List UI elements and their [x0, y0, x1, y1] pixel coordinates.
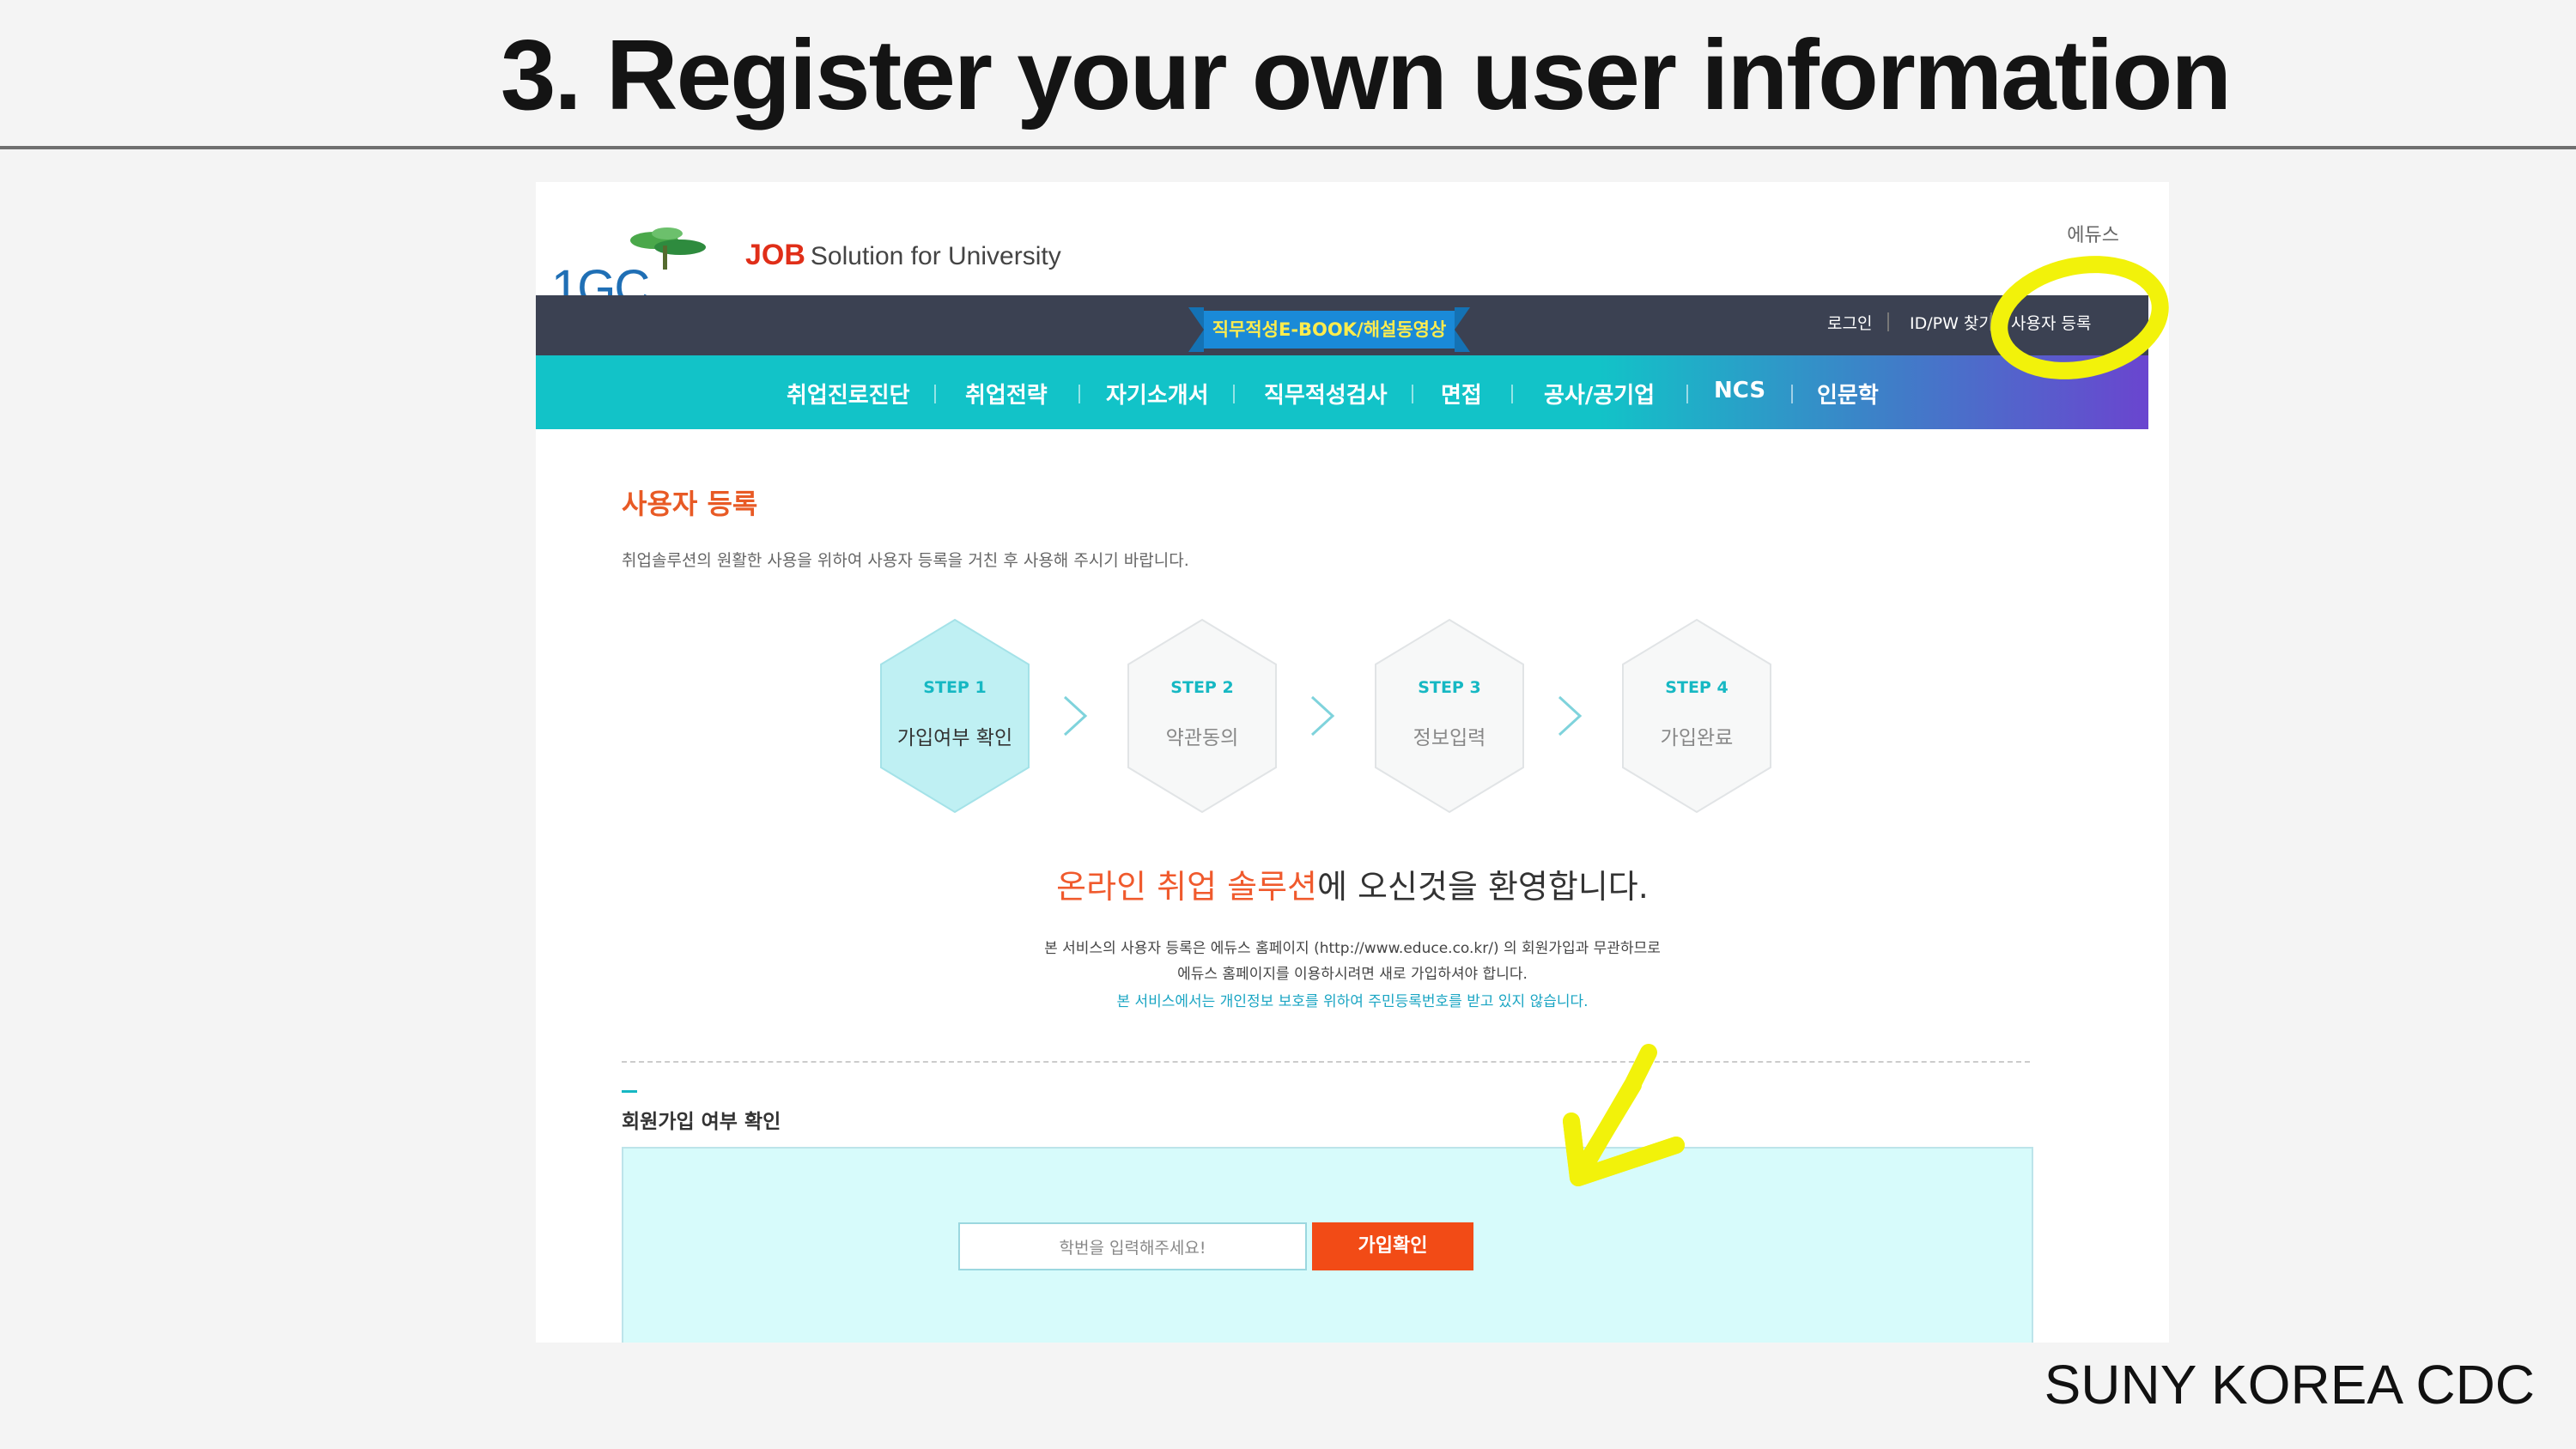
main-nav: 취업진로진단 취업전략 자기소개서 직무적성검사 면접 공사/공기업 NCS 인… — [536, 355, 2148, 429]
notice-line-2: 에듀스 홈페이지를 이용하시려면 새로 가입하셔야 합니다. — [1177, 966, 1528, 983]
nav-divider — [1791, 385, 1793, 403]
step-2: STEP 2 약관동의 — [1125, 616, 1279, 815]
nav-job-strategy[interactable]: 취업전략 — [965, 378, 1048, 409]
step-arrow-icon — [1558, 695, 1583, 737]
notice-line-3: 본 서비스에서는 개인정보 보호를 위하여 주민등록번호를 받고 있지 않습니다… — [1116, 993, 1589, 1010]
nav-career-diagnosis[interactable]: 취업진로진단 — [787, 378, 910, 409]
util-divider — [1887, 312, 1889, 331]
nav-humanities[interactable]: 인문학 — [1817, 378, 1879, 409]
nav-divider — [934, 385, 936, 403]
util-divider — [1990, 312, 1992, 331]
step-number: STEP 4 — [1665, 678, 1728, 697]
join-confirm-button[interactable]: 가입확인 — [1312, 1222, 1473, 1270]
section-divider — [622, 1061, 2030, 1063]
nav-divider — [1078, 385, 1080, 403]
welcome-message: 온라인 취업 솔루션에 오신것을 환영합니다. — [536, 860, 2169, 907]
welcome-rest: 에 오신것을 환영합니다. — [1317, 868, 1649, 906]
step-1: STEP 1 가입여부 확인 — [878, 616, 1032, 815]
site-logo[interactable]: 1GC — [543, 208, 706, 316]
ribbon-right — [1455, 307, 1470, 352]
nav-interview[interactable]: 면접 — [1441, 378, 1482, 409]
nav-cover-letter[interactable]: 자기소개서 — [1106, 378, 1209, 409]
slide-title: 3. Register your own user information — [500, 19, 2232, 130]
step-hexagon-icon — [1622, 618, 1771, 814]
step-4: STEP 4 가입완료 — [1619, 616, 1774, 815]
step-label: 가입완료 — [1660, 727, 1734, 749]
title-divider — [0, 146, 2576, 149]
ebook-banner-text: 직무적성E-BOOK/해설동영상 — [1212, 319, 1447, 340]
step-label: 정보입력 — [1413, 727, 1486, 749]
step-label: 약관동의 — [1165, 727, 1239, 749]
login-link[interactable]: 로그인 — [1827, 311, 1872, 334]
top-link-educe[interactable]: 에듀스 — [2067, 220, 2119, 247]
nav-public-corp[interactable]: 공사/공기업 — [1544, 378, 1655, 409]
step-number: STEP 3 — [1418, 678, 1481, 697]
site-brand: JOB Solution for University — [745, 239, 1061, 272]
step-label: 가입여부 확인 — [896, 727, 1013, 749]
nav-aptitude-test[interactable]: 직무적성검사 — [1264, 378, 1388, 409]
student-id-input[interactable]: 학번을 입력해주세요! — [958, 1222, 1307, 1270]
nav-divider — [1233, 385, 1235, 403]
step-arrow-icon — [1063, 695, 1088, 737]
step-3: STEP 3 정보입력 — [1372, 616, 1527, 815]
nav-divider — [1412, 385, 1413, 403]
page-description: 취업솔루션의 원활한 사용을 위하여 사용자 등록을 거친 후 사용해 주시기 … — [622, 551, 1189, 570]
ebook-banner[interactable]: 직무적성E-BOOK/해설동영상 — [1204, 311, 1455, 349]
page-title: 사용자 등록 — [622, 488, 758, 520]
section-marker — [622, 1090, 637, 1093]
welcome-accent: 온라인 취업 솔루션 — [1056, 868, 1317, 906]
step-hexagon-icon — [1127, 618, 1277, 814]
step-hexagon-icon — [880, 618, 1030, 814]
brand-job: JOB — [745, 239, 805, 271]
nav-divider — [1686, 385, 1688, 403]
step-number: STEP 2 — [1170, 678, 1234, 697]
notice-line-1: 본 서비스의 사용자 등록은 에듀스 홈페이지 (http://www.educ… — [1044, 940, 1661, 957]
section-title: 회원가입 여부 확인 — [622, 1111, 781, 1133]
brand-tagline: Solution for University — [810, 242, 1061, 270]
ribbon-left — [1188, 307, 1204, 352]
find-id-pw-link[interactable]: ID/PW 찾기 — [1910, 311, 1994, 334]
step-arrow-icon — [1310, 695, 1335, 737]
step-hexagon-icon — [1375, 618, 1524, 814]
nav-ncs[interactable]: NCS — [1714, 378, 1765, 403]
footer-label: SUNY KOREA CDC — [2044, 1354, 2535, 1416]
user-register-link[interactable]: 사용자 등록 — [2011, 311, 2091, 334]
nav-divider — [1511, 385, 1513, 403]
website-screenshot: 1GC JOB Solution for University 에듀스 직무적성E… — [536, 182, 2169, 1343]
step-number: STEP 1 — [923, 678, 987, 697]
